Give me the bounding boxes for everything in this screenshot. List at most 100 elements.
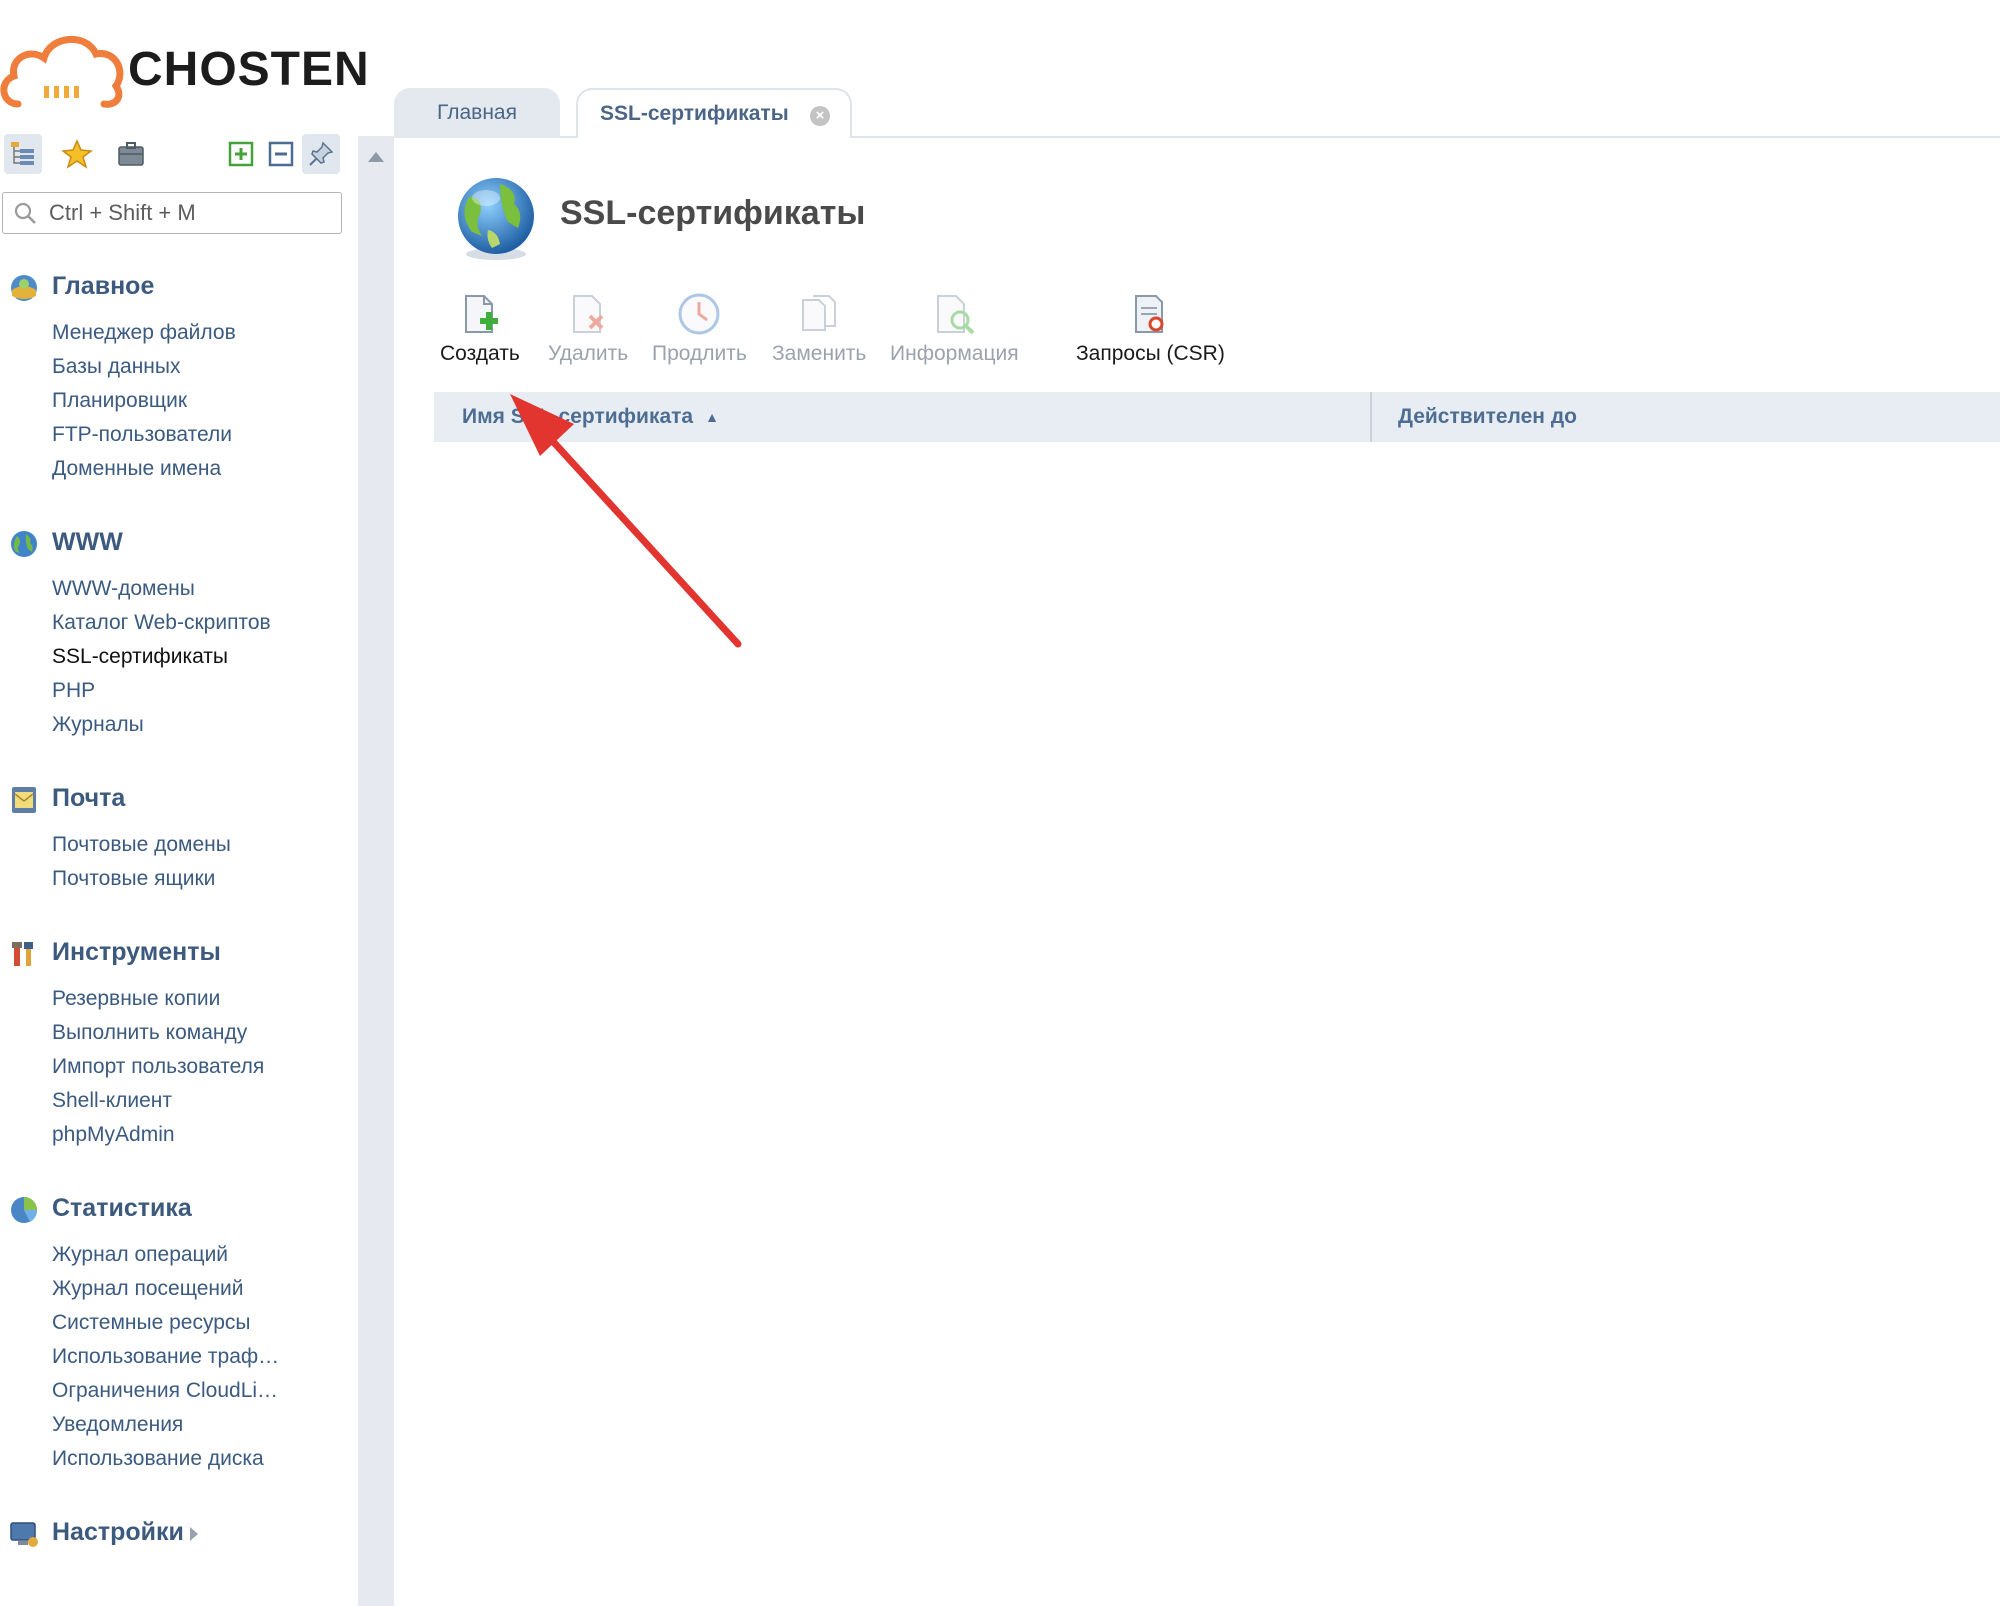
- action-label: Создать: [440, 342, 520, 365]
- column-header-label: Действителен до: [1398, 405, 1577, 428]
- nav-item-ssl-certificates[interactable]: SSL-сертификаты: [0, 640, 292, 674]
- nav-item-visits-log[interactable]: Журнал посещений: [0, 1272, 292, 1306]
- delete-button[interactable]: Удалить: [548, 290, 628, 370]
- nav-item-ftp-users[interactable]: FTP-пользователи: [0, 418, 292, 452]
- home-icon: [11, 275, 37, 301]
- nav-item-scheduler[interactable]: Планировщик: [0, 384, 292, 418]
- nav-item-cloudlinux-limits[interactable]: Ограничения CloudLi…: [0, 1374, 292, 1408]
- column-header-valid-until[interactable]: Действителен до: [1398, 392, 1577, 442]
- create-doc-icon: [464, 295, 498, 333]
- tab-label: Главная: [437, 101, 517, 124]
- collapse-all-button[interactable]: [262, 134, 300, 174]
- nav-item-disk-usage[interactable]: Использование диска: [0, 1442, 292, 1476]
- nav-item-shell-client[interactable]: Shell-клиент: [0, 1084, 292, 1118]
- nav-item-web-scripts[interactable]: Каталог Web-скриптов: [0, 606, 292, 640]
- minus-box-icon: [268, 141, 294, 167]
- action-label: Заменить: [772, 342, 867, 365]
- nav-item-domain-names[interactable]: Доменные имена: [0, 452, 292, 486]
- tree-view-button[interactable]: [4, 134, 42, 174]
- collapse-arrow-icon[interactable]: [366, 150, 386, 164]
- tools-icon: [12, 942, 33, 966]
- csr-doc-icon: [1135, 295, 1164, 333]
- pin-button[interactable]: [302, 134, 340, 174]
- grid-header: Имя SSL-сертификата ▲ Действителен до: [434, 392, 2000, 442]
- chevron-right-icon: [190, 1527, 198, 1541]
- tab-bar: Главная SSL-сертификаты ×: [394, 86, 2000, 138]
- nav-section-title: Настройки: [52, 1518, 184, 1546]
- replace-button[interactable]: Заменить: [772, 290, 866, 370]
- briefcase-button[interactable]: [112, 134, 150, 174]
- nav-item-backups[interactable]: Резервные копии: [0, 982, 292, 1016]
- globe-icon: [458, 178, 534, 260]
- nav-list: Журнал операций Журнал посещений Системн…: [0, 1238, 350, 1476]
- nav-list: Почтовые домены Почтовые ящики: [0, 828, 350, 896]
- nav-section-header-settings[interactable]: Настройки: [0, 1514, 350, 1554]
- nav-item-notifications[interactable]: Уведомления: [0, 1408, 292, 1442]
- page-title: SSL-сертификаты: [560, 194, 866, 232]
- nav-section-header-www[interactable]: WWW: [0, 524, 350, 564]
- csr-requests-button[interactable]: Запросы (CSR): [1076, 290, 1225, 370]
- nav-item-traffic-usage[interactable]: Использование траф…: [0, 1340, 292, 1374]
- sort-asc-icon: ▲: [705, 409, 719, 426]
- star-icon: [61, 139, 93, 169]
- search-input[interactable]: [47, 197, 336, 229]
- favorites-button[interactable]: [58, 134, 96, 174]
- nav-item-file-manager[interactable]: Менеджер файлов: [0, 316, 292, 350]
- nav-item-www-domains[interactable]: WWW-домены: [0, 572, 292, 606]
- tab-home[interactable]: Главная: [394, 88, 560, 138]
- nav-item-operations-log[interactable]: Журнал операций: [0, 1238, 292, 1272]
- nav-section-title: Статистика: [52, 1194, 192, 1222]
- nav-section-tools: Инструменты Резервные копии Выполнить ко…: [0, 934, 350, 1152]
- nav-section-mail: Почта Почтовые домены Почтовые ящики: [0, 780, 350, 896]
- tree-view-icon: [11, 142, 34, 165]
- renew-button[interactable]: Продлить: [652, 290, 747, 370]
- nav-section-header-tools[interactable]: Инструменты: [0, 934, 350, 974]
- action-label: Удалить: [548, 342, 629, 365]
- close-icon[interactable]: ×: [810, 106, 830, 126]
- cloud-logo-icon: [0, 36, 124, 108]
- mail-icon: [12, 787, 36, 813]
- nav-item-phpmyadmin[interactable]: phpMyAdmin: [0, 1118, 292, 1152]
- action-label: Запросы (CSR): [1076, 342, 1225, 365]
- nav-item-databases[interactable]: Базы данных: [0, 350, 292, 384]
- delete-doc-icon: [573, 295, 604, 333]
- column-divider[interactable]: [1370, 392, 1372, 442]
- tab-label: SSL-сертификаты: [600, 102, 789, 125]
- nav-item-mail-domains[interactable]: Почтовые домены: [0, 828, 292, 862]
- globe-icon: [11, 531, 37, 557]
- nav-section-statistics: Статистика Журнал операций Журнал посеще…: [0, 1190, 350, 1476]
- create-button[interactable]: Создать: [440, 290, 520, 370]
- pin-icon: [309, 141, 334, 166]
- nav-toolbar: [4, 134, 344, 176]
- sidebar-splitter[interactable]: [358, 136, 394, 1606]
- nav-section-settings: Настройки: [0, 1514, 350, 1554]
- nav-section-title: Главное: [52, 272, 155, 300]
- nav-item-system-resources[interactable]: Системные ресурсы: [0, 1306, 292, 1340]
- nav-item-mailboxes[interactable]: Почтовые ящики: [0, 862, 292, 896]
- nav-item-import-user[interactable]: Импорт пользователя: [0, 1050, 292, 1084]
- info-button[interactable]: Информация: [890, 290, 1019, 370]
- clock-icon: [678, 293, 720, 335]
- nav-item-run-command[interactable]: Выполнить команду: [0, 1016, 292, 1050]
- column-header-name[interactable]: Имя SSL-сертификата ▲: [462, 392, 719, 442]
- tab-ssl-certificates[interactable]: SSL-сертификаты ×: [576, 88, 852, 138]
- pie-chart-icon: [11, 1197, 38, 1223]
- nav-section-header-mail[interactable]: Почта: [0, 780, 350, 820]
- column-header-label: Имя SSL-сертификата: [462, 405, 694, 428]
- nav-section-header-statistics[interactable]: Статистика: [0, 1190, 350, 1230]
- nav-section-www: WWW WWW-домены Каталог Web-скриптов SSL-…: [0, 524, 350, 742]
- nav-section-header-main[interactable]: Главное: [0, 268, 350, 308]
- action-label: Продлить: [652, 342, 747, 365]
- expand-all-button[interactable]: [222, 134, 260, 174]
- nav-list: Резервные копии Выполнить команду Импорт…: [0, 982, 350, 1152]
- nav-item-php[interactable]: PHP: [0, 674, 292, 708]
- logo-text: CHOSTEN: [128, 43, 370, 96]
- nav-section-title: WWW: [52, 528, 123, 556]
- briefcase-icon: [118, 142, 144, 166]
- nav-list: Менеджер файлов Базы данных Планировщик …: [0, 316, 350, 486]
- search-icon: [14, 202, 36, 224]
- settings-monitor-icon: [10, 1522, 38, 1547]
- search-box: [2, 192, 342, 234]
- nav-item-logs[interactable]: Журналы: [0, 708, 292, 742]
- replace-doc-icon: [802, 295, 837, 331]
